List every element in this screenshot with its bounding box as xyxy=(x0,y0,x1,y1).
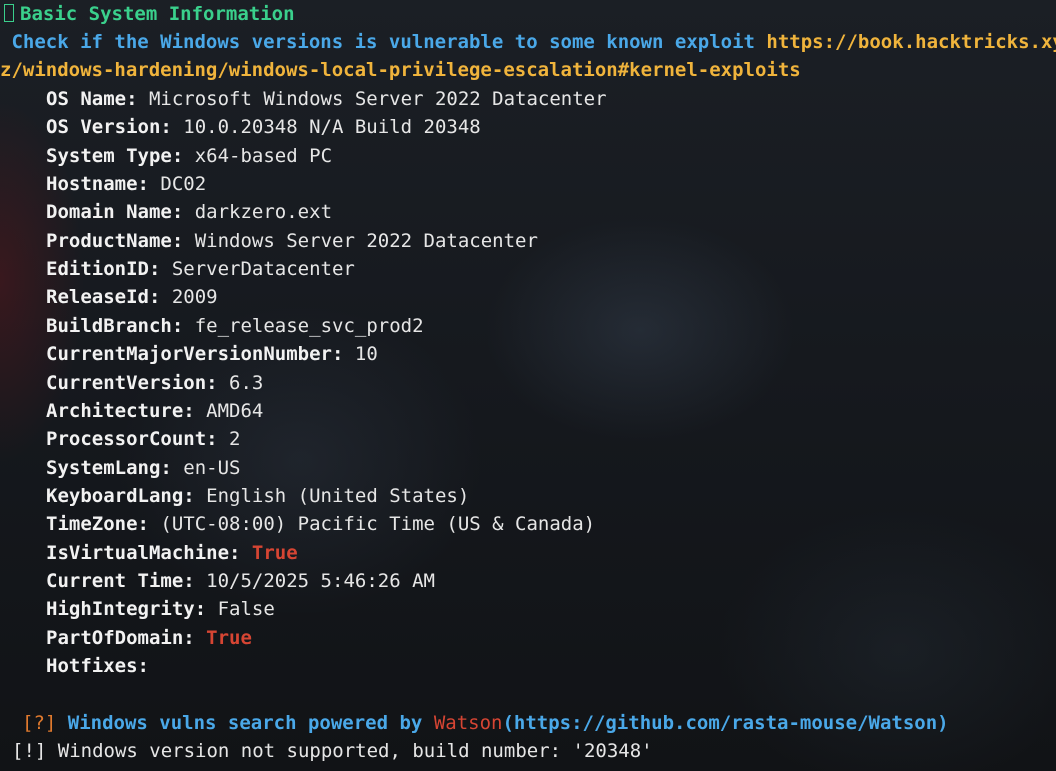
section-marker-icon xyxy=(4,4,14,22)
info-value: AMD64 xyxy=(206,399,264,422)
info-row: ProductName: Windows Server 2022 Datacen… xyxy=(46,229,538,253)
info-separator: : xyxy=(206,428,230,451)
info-value: DC02 xyxy=(160,173,207,196)
exploit-url-line: z/windows-hardening/windows-local-privil… xyxy=(0,58,801,82)
info-key: KeyboardLang xyxy=(46,484,184,507)
watson-text: Windows vulns search powered by xyxy=(56,712,434,734)
info-row: ProcessorCount: 2 xyxy=(46,427,241,451)
info-row: Architecture: AMD64 xyxy=(46,399,263,423)
info-separator: : xyxy=(137,513,161,536)
info-row: System Type: x64-based PC xyxy=(46,144,332,168)
info-row: EditionID: ServerDatacenter xyxy=(46,257,355,281)
info-separator: : xyxy=(229,541,252,564)
info-value: ServerDatacenter xyxy=(171,258,355,281)
info-key: CurrentVersion xyxy=(46,371,207,394)
info-separator: : xyxy=(171,144,195,167)
info-key: ProcessorCount xyxy=(46,428,207,451)
info-separator: : xyxy=(206,371,230,394)
info-row: CurrentVersion: 6.3 xyxy=(46,371,263,395)
info-value: 2 xyxy=(229,428,241,451)
info-key: CurrentMajorVersionNumber xyxy=(46,343,332,366)
info-key: HighIntegrity xyxy=(46,598,195,621)
info-key: OS Name xyxy=(46,88,127,110)
info-value: 10 xyxy=(354,343,378,366)
info-row: IsVirtualMachine: True xyxy=(46,541,298,565)
info-row: CurrentMajorVersionNumber: 10 xyxy=(46,342,378,366)
info-separator: : xyxy=(171,314,195,337)
info-row: Domain Name: darkzero.ext xyxy=(46,200,332,224)
info-row: TimeZone: (UTC-08:00) Pacific Time (US &… xyxy=(46,512,595,536)
info-value: English (United States) xyxy=(206,484,470,507)
info-row: Hostname: DC02 xyxy=(46,172,206,196)
info-separator: : xyxy=(137,655,161,677)
info-key: Current Time xyxy=(46,569,184,592)
info-row: SystemLang: en-US xyxy=(46,456,240,480)
info-separator: : xyxy=(148,286,172,309)
info-separator: : xyxy=(194,598,218,621)
info-key: Architecture xyxy=(46,399,184,422)
info-key: PartOfDomain xyxy=(46,626,184,649)
hacktricks-link-part2[interactable]: z/windows-hardening/windows-local-privil… xyxy=(0,59,801,81)
info-row: BuildBranch: fe_release_svc_prod2 xyxy=(46,314,424,338)
info-separator: : xyxy=(183,626,207,649)
info-value: en-US xyxy=(183,456,241,479)
info-value: 10/5/2025 5:46:26 AM xyxy=(206,569,435,592)
info-separator: : xyxy=(171,229,195,252)
info-row: OS Version: 10.0.20348 N/A Build 20348 xyxy=(46,115,481,139)
section-title: Basic System Information xyxy=(20,3,295,25)
info-key: BuildBranch xyxy=(46,314,172,337)
info-separator: : xyxy=(137,173,161,196)
info-key: IsVirtualMachine xyxy=(46,541,230,564)
info-key: Hotfixes xyxy=(46,655,138,677)
info-row: OS Name: Microsoft Windows Server 2022 D… xyxy=(46,87,607,111)
info-separator: : xyxy=(183,399,207,422)
info-row: ReleaseId: 2009 xyxy=(46,285,218,309)
info-separator: : xyxy=(160,116,184,139)
info-value: False xyxy=(217,598,275,621)
warning-line: [!] Windows version not supported, build… xyxy=(12,740,653,762)
info-value: 2009 xyxy=(171,286,218,309)
info-value: 6.3 xyxy=(229,371,264,394)
section-header: Basic System Information xyxy=(0,2,295,26)
info-key: SystemLang xyxy=(46,456,161,479)
info-separator: : xyxy=(183,569,207,592)
info-value: x64-based PC xyxy=(194,144,333,167)
info-key: System Type xyxy=(46,144,172,167)
info-row: PartOfDomain: True xyxy=(46,626,252,650)
info-value: darkzero.ext xyxy=(194,201,333,224)
info-row: KeyboardLang: English (United States) xyxy=(46,484,469,508)
info-value: True xyxy=(206,626,252,649)
info-key: OS Version xyxy=(46,116,161,139)
info-key: EditionID xyxy=(46,258,149,281)
exploit-check-line: Check if the Windows versions is vulnera… xyxy=(0,30,1056,54)
info-row: Hotfixes: xyxy=(46,654,160,678)
info-key: TimeZone xyxy=(46,513,138,536)
watson-bracket: [?] xyxy=(22,712,57,734)
watson-name: Watson xyxy=(433,712,503,734)
info-value: True xyxy=(251,541,298,564)
watson-url[interactable]: (https://github.com/rasta-mouse/Watson) xyxy=(502,712,948,734)
exploit-check-text: Check if the Windows versions is vulnera… xyxy=(0,31,767,53)
info-separator: : xyxy=(148,258,172,281)
info-separator: : xyxy=(126,88,149,110)
info-separator: : xyxy=(183,484,207,507)
hacktricks-link-part1[interactable]: https://book.hacktricks.xy xyxy=(766,31,1056,53)
info-value: Microsoft Windows Server 2022 Datacenter xyxy=(148,88,607,110)
info-value: (UTC-08:00) Pacific Time (US & Canada) xyxy=(160,513,596,536)
info-separator: : xyxy=(160,456,184,479)
info-key: Domain Name xyxy=(46,201,172,224)
info-key: ProductName xyxy=(46,229,172,252)
info-separator: : xyxy=(171,201,195,224)
info-value: Windows Server 2022 Datacenter xyxy=(194,229,538,252)
info-row: Current Time: 10/5/2025 5:46:26 AM xyxy=(46,569,435,593)
info-value: 10.0.20348 N/A Build 20348 xyxy=(183,116,481,139)
info-value: fe_release_svc_prod2 xyxy=(194,314,424,337)
info-separator: : xyxy=(331,343,355,366)
info-key: Hostname xyxy=(46,173,138,196)
info-key: ReleaseId xyxy=(46,286,149,309)
info-row: HighIntegrity: False xyxy=(46,597,275,621)
watson-line: [?] Windows vulns search powered by Wats… xyxy=(22,711,949,735)
